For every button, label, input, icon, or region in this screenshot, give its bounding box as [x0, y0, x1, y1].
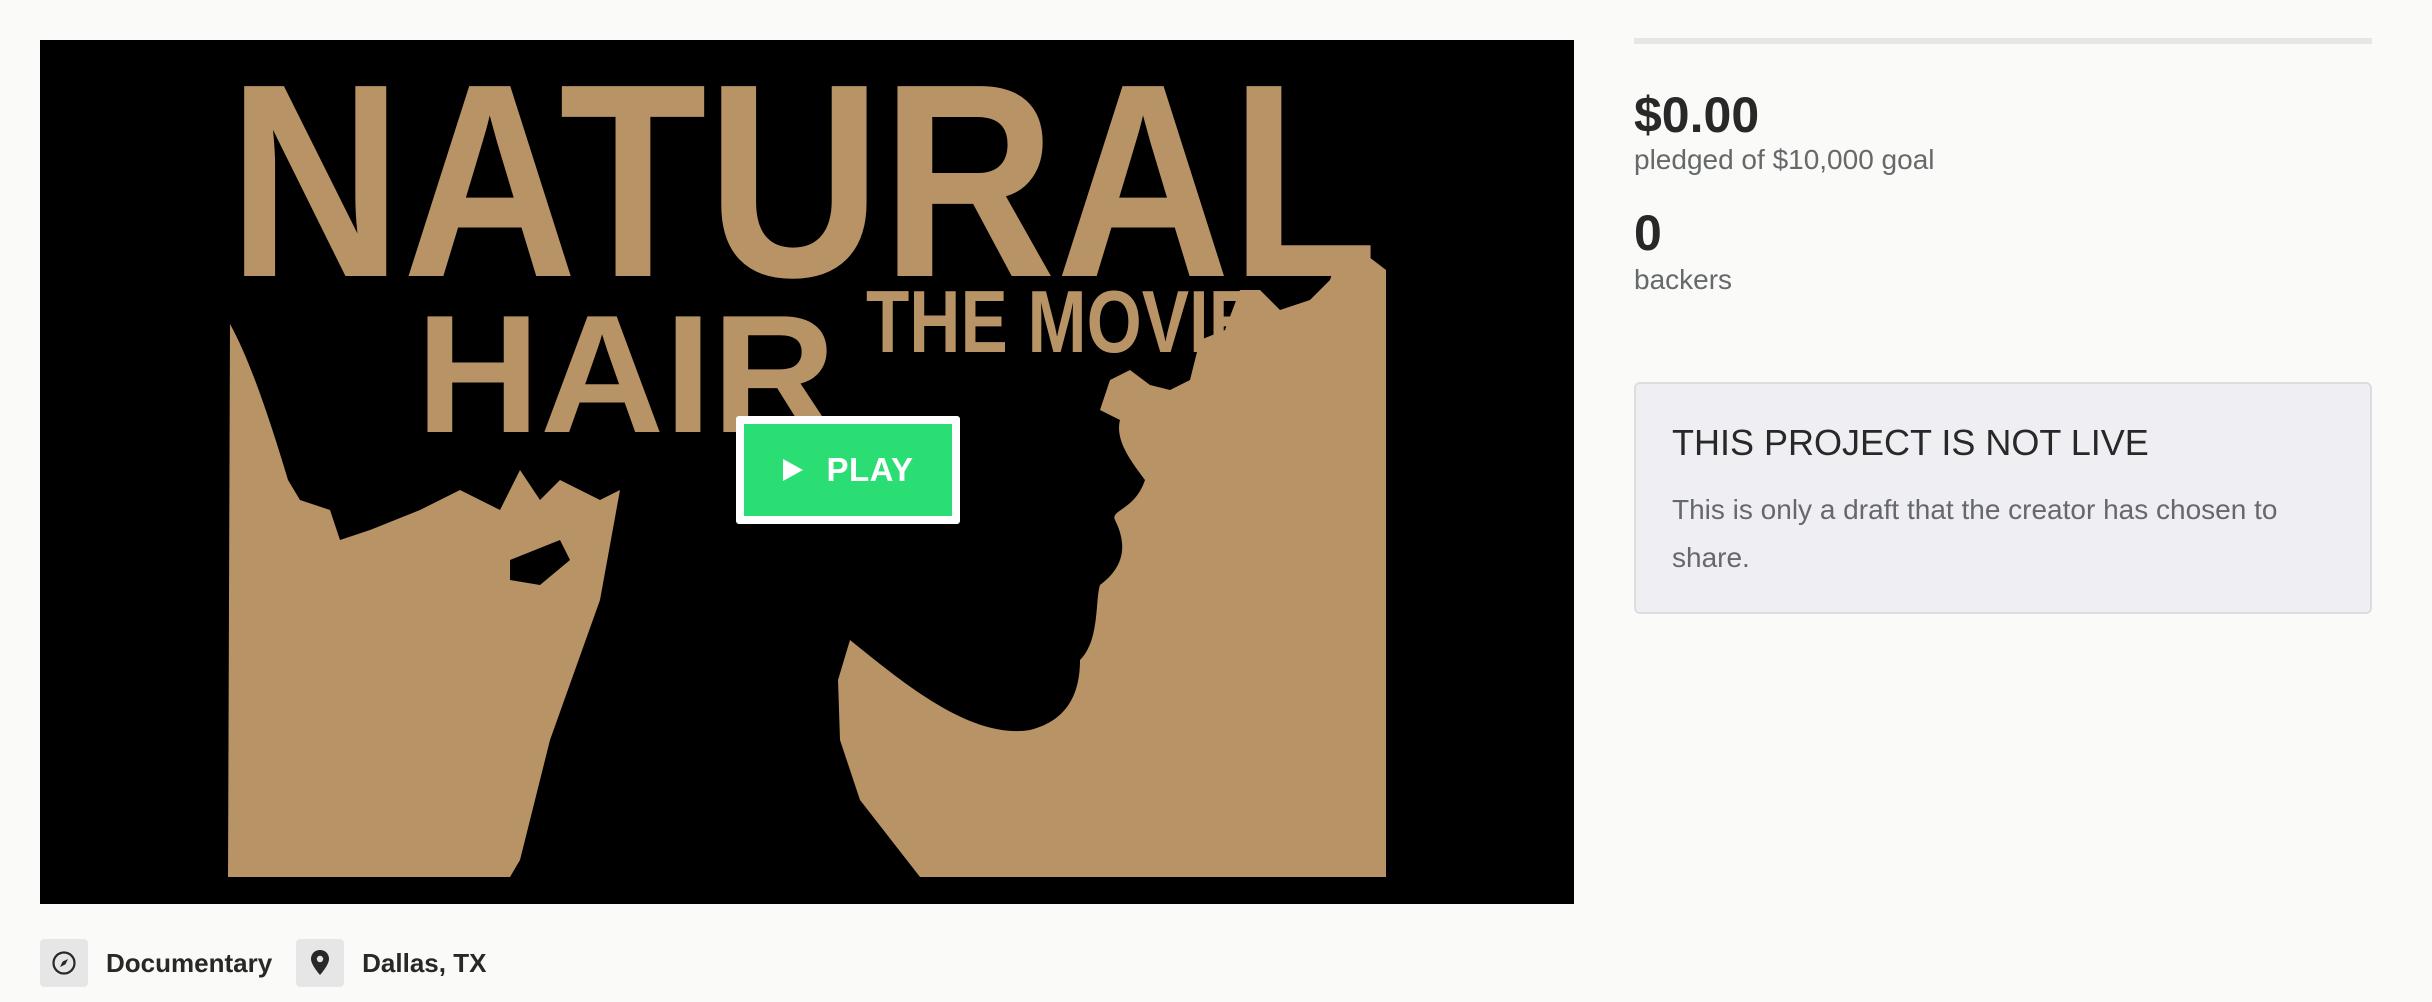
notice-title: THIS PROJECT IS NOT LIVE — [1672, 422, 2149, 463]
category-link[interactable]: Documentary — [40, 939, 272, 987]
pledged-goal-text: pledged of $10,000 goal — [1634, 144, 1935, 175]
not-live-notice: THIS PROJECT IS NOT LIVE This is only a … — [1634, 382, 2372, 614]
notice-body: This is only a draft that the creator ha… — [1672, 494, 2278, 573]
title-line-3: THE MOVIE — [866, 272, 1256, 371]
location-link[interactable]: Dallas, TX — [296, 939, 486, 987]
project-video[interactable]: NATURAL HAIR THE MOVIE PLAY — [40, 40, 1574, 904]
pledged-amount: $0.00 — [1634, 87, 1760, 143]
category-label: Documentary — [106, 947, 273, 978]
funding-progress-bar — [1634, 38, 2372, 44]
project-meta: Documentary Dallas, TX — [40, 938, 510, 988]
location-label: Dallas, TX — [362, 947, 487, 978]
play-icon — [782, 459, 803, 481]
play-button-label: PLAY — [826, 451, 914, 488]
backers-label: backers — [1634, 264, 1733, 295]
play-button[interactable]: PLAY — [736, 416, 960, 524]
location-pin-icon — [296, 939, 345, 987]
compass-icon — [40, 939, 88, 987]
backers-count: 0 — [1634, 205, 1662, 261]
